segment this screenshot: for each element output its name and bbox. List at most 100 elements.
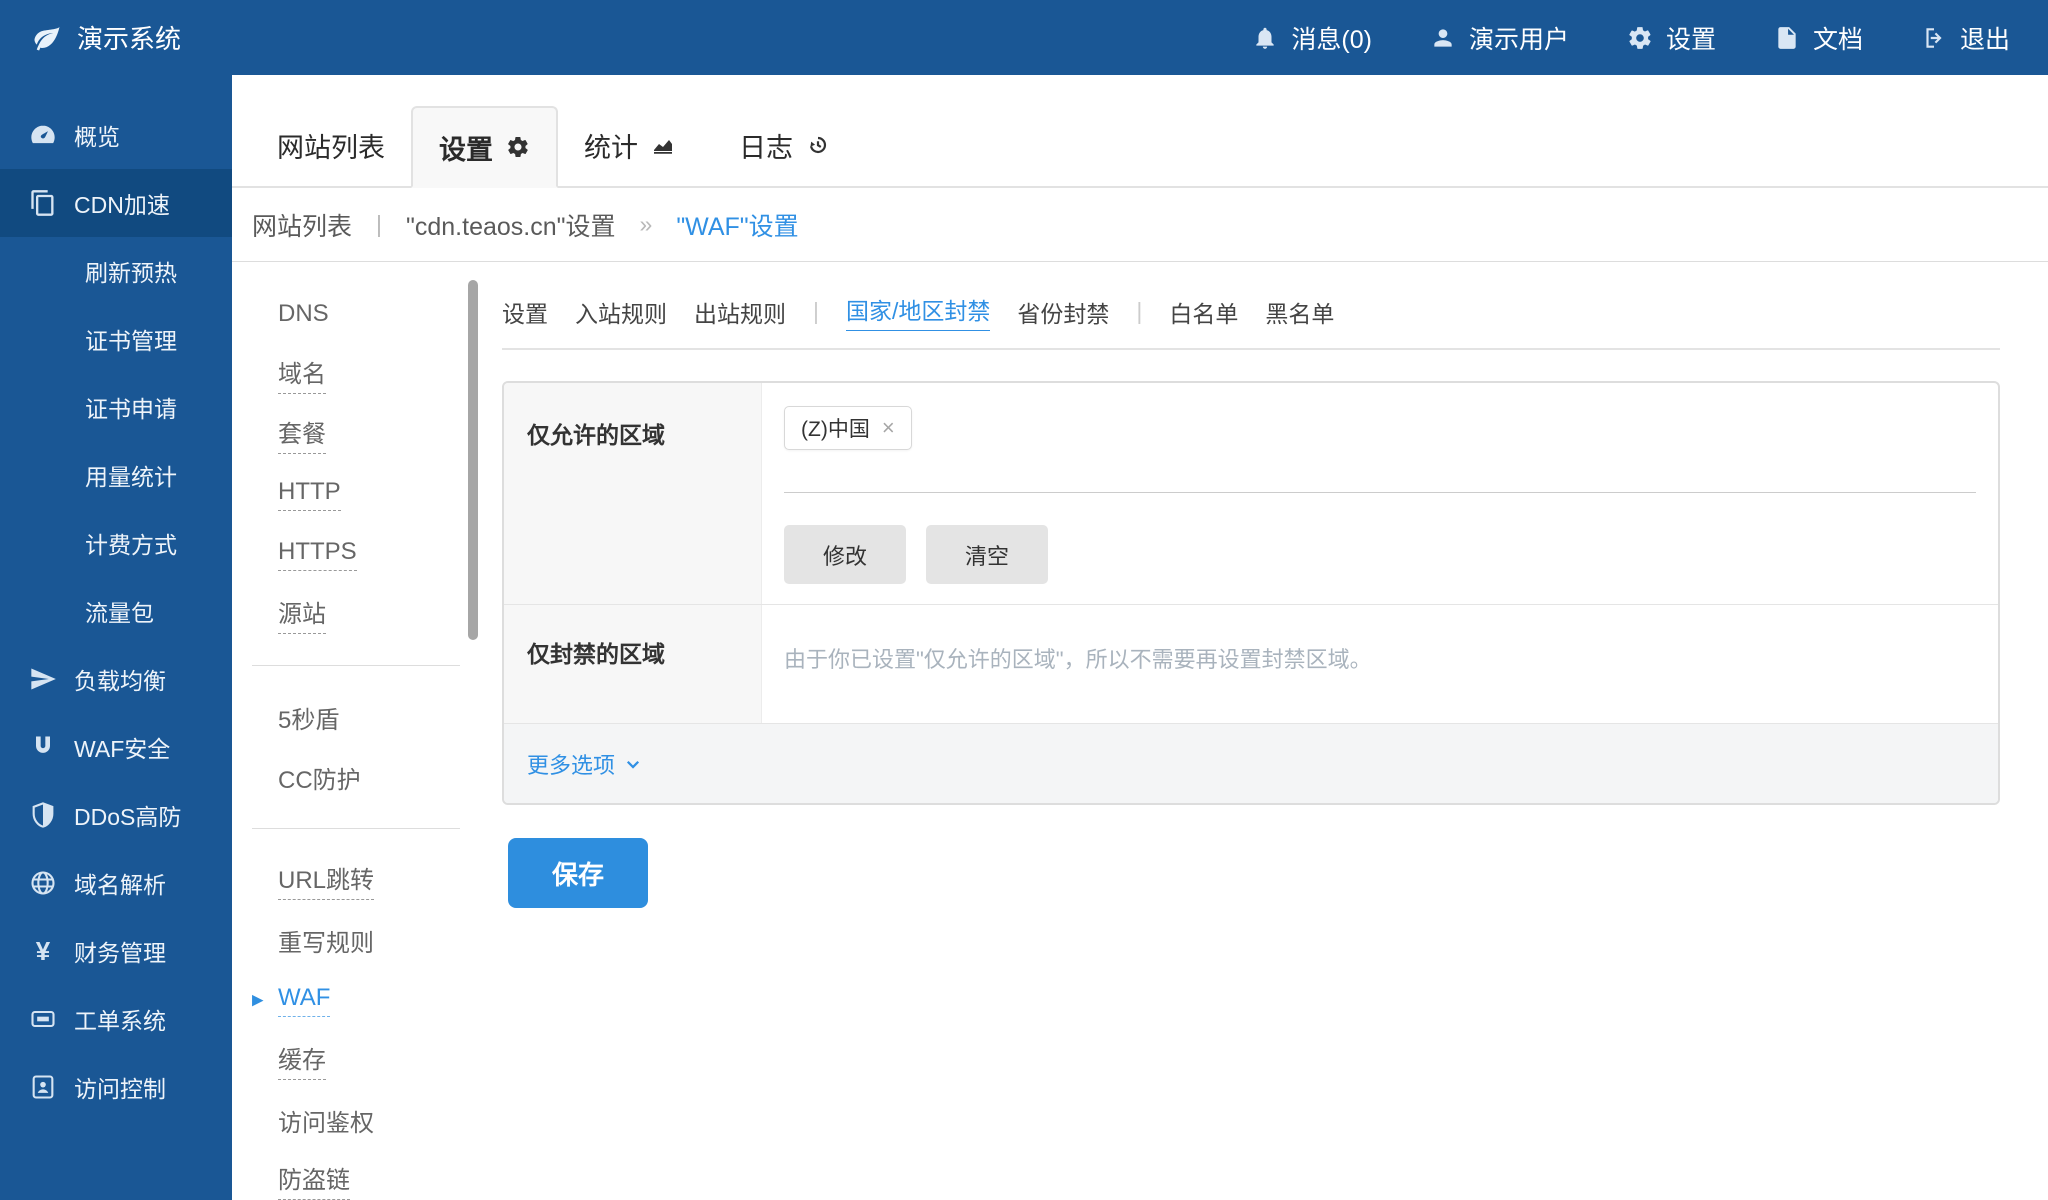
submenu-item-origin[interactable]: 源站 <box>232 584 480 644</box>
submenu-item-domain[interactable]: 域名 <box>232 344 480 404</box>
submenu-label-waf: WAF <box>278 984 331 1017</box>
blocked-regions-row: 仅封禁的区域 由于你已设置"仅允许的区域"，所以不需要再设置封禁区域。 <box>504 605 1998 724</box>
copy-icon <box>28 189 58 217</box>
shield-half-icon <box>28 801 58 829</box>
save-button[interactable]: 保存 <box>508 838 648 908</box>
sidebar-label-cert-mgmt: 证书管理 <box>85 328 177 354</box>
field-underline <box>784 492 1976 493</box>
waf-tab-outbound-rules[interactable]: 出站规则 <box>694 295 786 329</box>
messages-button[interactable]: 消息(0) <box>1252 20 1372 56</box>
sidebar-label-dns: 域名解析 <box>74 872 166 898</box>
magnet-icon <box>28 733 58 761</box>
submenu-item-https[interactable]: HTTPS <box>232 524 480 584</box>
submenu-item-waf[interactable]: ▶ WAF <box>232 970 480 1030</box>
breadcrumb: 网站列表 | "cdn.teaos.cn"设置 » "WAF"设置 <box>232 188 2048 262</box>
sidebar-item-waf[interactable]: WAF安全 <box>0 713 232 781</box>
submenu-label-origin: 源站 <box>278 594 326 634</box>
signout-icon <box>1921 25 1947 51</box>
submenu-item-plan[interactable]: 套餐 <box>232 404 480 464</box>
submenu-item-dns[interactable]: DNS <box>232 284 480 344</box>
waf-section-tabs: 设置 入站规则 出站规则 | 国家/地区封禁 省份封禁 | 白名单 黑名单 <box>502 292 2000 331</box>
tab-stats[interactable]: 统计 <box>558 104 701 186</box>
leaf-icon <box>32 23 62 53</box>
submenu-item-cache[interactable]: 缓存 <box>232 1030 480 1090</box>
globe-icon <box>28 869 58 897</box>
logout-button[interactable]: 退出 <box>1921 20 2010 56</box>
waf-tab-whitelist[interactable]: 白名单 <box>1169 295 1238 329</box>
allowed-regions-label: 仅允许的区域 <box>504 383 762 604</box>
sidebar-item-usage[interactable]: 用量统计 <box>0 441 232 509</box>
sidebar: 概览 CDN加速 刷新预热 证书管理 证书申请 用量统计 计费方式 流量包 负载… <box>0 75 232 1200</box>
ticket-icon <box>28 1005 58 1033</box>
submenu-item-cc[interactable]: CC防护 <box>232 747 480 807</box>
submenu-item-http[interactable]: HTTP <box>232 464 480 524</box>
sidebar-label-access-control: 访问控制 <box>74 1076 166 1102</box>
waf-tab-blacklist[interactable]: 黑名单 <box>1265 295 1334 329</box>
submenu-item-5s-shield[interactable]: 5秒盾 <box>232 687 480 747</box>
sidebar-label-finance: 财务管理 <box>74 940 166 966</box>
tab-settings[interactable]: 设置 <box>411 106 558 188</box>
sidebar-item-load-balancer[interactable]: 负载均衡 <box>0 645 232 713</box>
content-divider <box>502 348 2000 350</box>
region-tag-china[interactable]: (Z)中国 × <box>784 406 912 450</box>
submenu-item-rewrite[interactable]: 重写规则 <box>232 910 480 970</box>
submenu-label-rewrite: 重写规则 <box>278 929 374 957</box>
sidebar-item-finance[interactable]: ¥ 财务管理 <box>0 917 232 985</box>
waf-tab-settings[interactable]: 设置 <box>502 295 548 329</box>
allowed-regions-row: 仅允许的区域 (Z)中国 × 修改 清空 <box>504 383 1998 605</box>
submenu-item-hotlink[interactable]: 防盗链 <box>232 1150 480 1200</box>
brand[interactable]: 演示系统 <box>0 19 181 56</box>
sidebar-item-cert-apply[interactable]: 证书申请 <box>0 373 232 441</box>
top-header: 演示系统 消息(0) 演示用户 设置 文档 退出 <box>0 0 2048 75</box>
modify-button[interactable]: 修改 <box>784 525 907 584</box>
dashboard-icon <box>28 121 58 149</box>
logout-label: 退出 <box>1959 25 2010 54</box>
settings-body: DNS 域名 套餐 HTTP HTTPS 源站 5秒盾 CC防护 URL跳转 重… <box>232 262 2048 1200</box>
docs-button[interactable]: 文档 <box>1774 20 1863 56</box>
submenu-label-5s-shield: 5秒盾 <box>278 706 340 734</box>
waf-tab-geo-block[interactable]: 国家/地区封禁 <box>845 292 991 331</box>
sidebar-item-billing[interactable]: 计费方式 <box>0 509 232 577</box>
sidebar-label-traffic-pkg: 流量包 <box>85 600 154 626</box>
geo-block-form: 仅允许的区域 (Z)中国 × 修改 清空 仅封禁的区域 由于你已设置"仅允许的区… <box>502 381 2000 805</box>
sidebar-label-waf: WAF安全 <box>74 736 171 762</box>
sidebar-item-cert-mgmt[interactable]: 证书管理 <box>0 305 232 373</box>
sidebar-item-refresh[interactable]: 刷新预热 <box>0 237 232 305</box>
tab-settings-label: 设置 <box>439 134 493 165</box>
yen-icon: ¥ <box>35 935 51 966</box>
sidebar-item-access-control[interactable]: 访问控制 <box>0 1053 232 1121</box>
breadcrumb-site-list[interactable]: 网站列表 <box>252 207 352 243</box>
waf-tab-inbound-rules[interactable]: 入站规则 <box>575 295 667 329</box>
blocked-regions-label: 仅封禁的区域 <box>504 605 762 723</box>
submenu-label-dns: DNS <box>278 300 329 327</box>
settings-button[interactable]: 设置 <box>1627 20 1716 56</box>
breadcrumb-current[interactable]: "WAF"设置 <box>676 207 798 243</box>
waf-tab-province-block[interactable]: 省份封禁 <box>1017 295 1109 329</box>
sidebar-item-cdn[interactable]: CDN加速 <box>0 169 232 237</box>
sidebar-item-tickets[interactable]: 工单系统 <box>0 985 232 1053</box>
region-tag-label: (Z)中国 <box>801 418 870 441</box>
tab-logs-label: 日志 <box>739 132 793 163</box>
tab-site-list[interactable]: 网站列表 <box>251 104 411 186</box>
id-card-icon <box>28 1073 58 1101</box>
tab-separator: | <box>813 298 819 324</box>
clear-button[interactable]: 清空 <box>926 525 1049 584</box>
submenu-item-url-redirect[interactable]: URL跳转 <box>232 850 480 910</box>
chevron-down-icon <box>624 755 642 773</box>
sidebar-item-traffic-pkg[interactable]: 流量包 <box>0 577 232 645</box>
tag-remove-icon[interactable]: × <box>882 415 895 441</box>
sidebar-item-ddos[interactable]: DDoS高防 <box>0 781 232 849</box>
submenu-scrollbar-thumb[interactable] <box>468 280 478 640</box>
sidebar-label-overview: 概览 <box>74 124 120 150</box>
submenu-label-http: HTTP <box>278 478 341 511</box>
tab-logs[interactable]: 日志 <box>713 104 856 186</box>
submenu-item-auth[interactable]: 访问鉴权 <box>232 1090 480 1150</box>
sidebar-label-billing: 计费方式 <box>85 532 177 558</box>
user-menu[interactable]: 演示用户 <box>1430 20 1569 56</box>
sidebar-item-dns[interactable]: 域名解析 <box>0 849 232 917</box>
sidebar-item-overview[interactable]: 概览 <box>0 101 232 169</box>
region-buttons: 修改 清空 <box>784 525 1976 584</box>
breadcrumb-chevron: » <box>639 211 653 237</box>
breadcrumb-site-settings[interactable]: "cdn.teaos.cn"设置 <box>406 207 616 243</box>
more-options-link[interactable]: 更多选项 <box>527 748 642 780</box>
